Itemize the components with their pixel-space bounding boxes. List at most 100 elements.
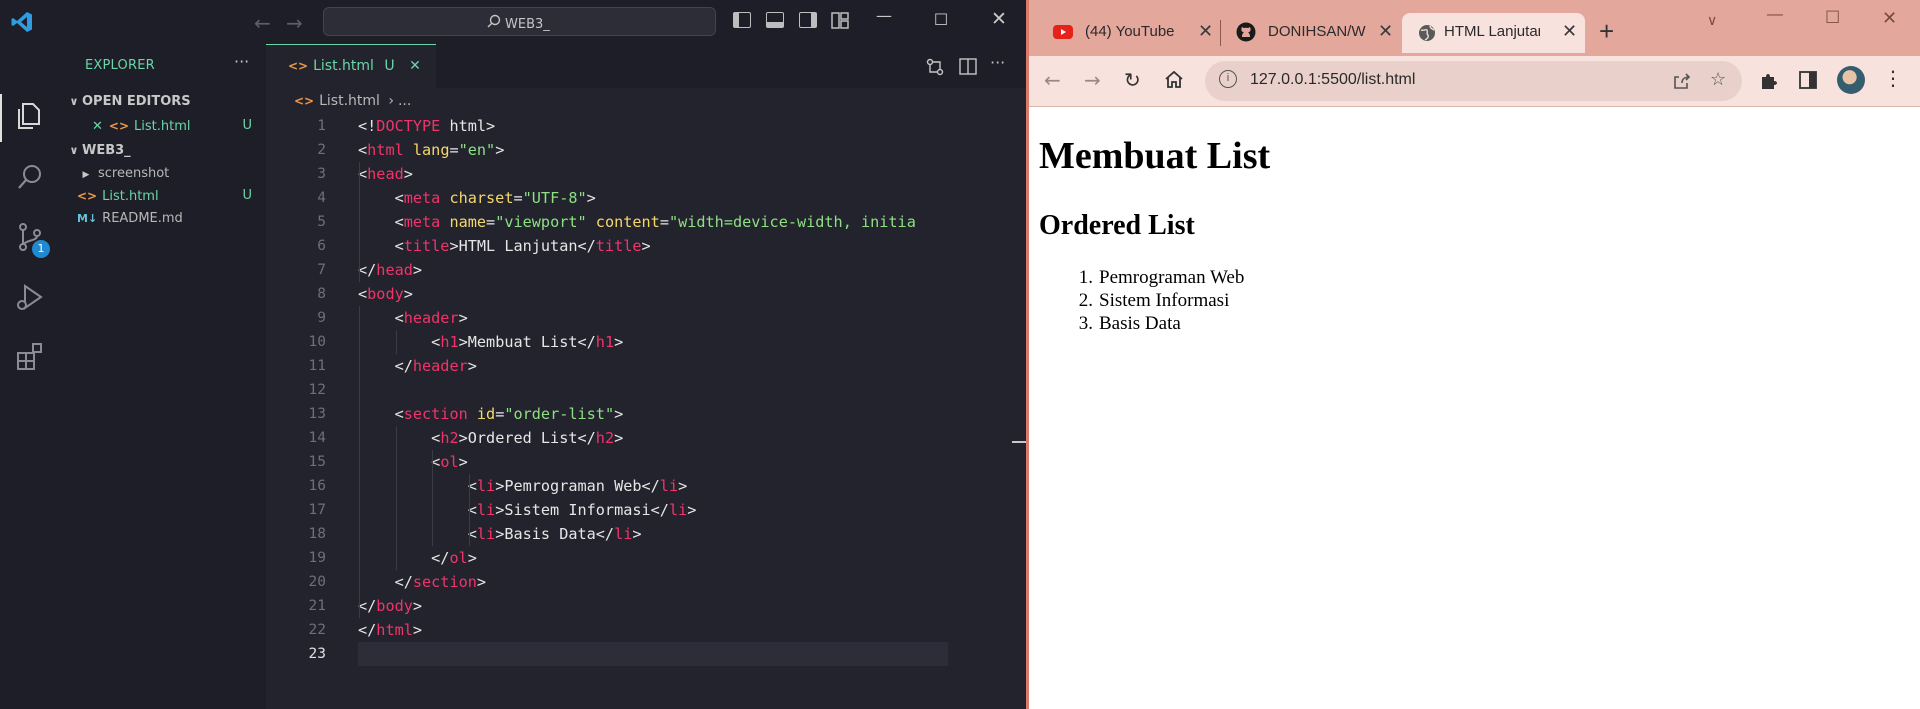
command-center[interactable]: WEB3_ xyxy=(323,7,716,36)
list-item: 2. Sistem Informasi xyxy=(1078,290,1230,311)
code-line[interactable]: 8 <body> xyxy=(266,282,946,306)
code-line[interactable]: 11 </header> xyxy=(266,354,946,378)
code-text: <li>Basis Data</li> xyxy=(467,525,642,543)
tab-close-icon[interactable]: ✕ xyxy=(1562,21,1577,42)
forward-arrow-icon[interactable]: → xyxy=(286,11,303,35)
side-panel-icon[interactable] xyxy=(1799,71,1817,89)
extensions-puzzle-icon[interactable] xyxy=(1759,70,1779,90)
back-arrow-icon[interactable]: ← xyxy=(254,11,271,35)
reload-icon[interactable]: ↻ xyxy=(1124,68,1141,92)
tab-close-icon[interactable]: ✕ xyxy=(1378,21,1393,42)
globe-icon xyxy=(1419,25,1435,41)
browser-tab-html-lanjutan[interactable]: HTML Lanjutan ✕ xyxy=(1402,13,1585,53)
vscode-logo-icon xyxy=(11,12,32,32)
tab-search-icon[interactable]: ∨ xyxy=(1707,12,1717,29)
line-number: 15 xyxy=(308,454,326,470)
browser-tab-youtube[interactable]: (44) YouTube ✕ xyxy=(1043,13,1213,53)
toggle-secondary-sidebar-icon[interactable] xyxy=(799,12,817,28)
file-name: List.html xyxy=(102,189,159,204)
file-item-readme[interactable]: M↓ README.md xyxy=(60,208,266,230)
code-line[interactable]: 4 <meta charset="UTF-8"> xyxy=(266,186,946,210)
code-line[interactable]: 3 <head> xyxy=(266,162,946,186)
explorer-icon[interactable] xyxy=(14,100,46,132)
home-icon[interactable] xyxy=(1164,70,1184,89)
close-icon[interactable]: ✕ xyxy=(1882,8,1897,29)
code-line[interactable]: 9 <header> xyxy=(266,306,946,330)
code-line[interactable]: 10 <h1>Membuat List</h1> xyxy=(266,330,946,354)
line-number: 3 xyxy=(317,166,326,182)
maximize-icon[interactable]: ☐ xyxy=(1825,8,1840,28)
maximize-icon[interactable]: ☐ xyxy=(931,10,951,29)
code-line[interactable]: 16 <li>Pemrograman Web</li> xyxy=(266,474,946,498)
close-tab-icon[interactable]: ✕ xyxy=(409,58,421,74)
toggle-sidebar-icon[interactable] xyxy=(733,12,751,28)
code-line[interactable]: 22 </html> xyxy=(266,618,946,642)
code-line[interactable]: 6 <title>HTML Lanjutan</title> xyxy=(266,234,946,258)
customize-layout-icon[interactable] xyxy=(831,12,849,29)
minimize-icon[interactable]: — xyxy=(1767,6,1783,24)
code-text: <head> xyxy=(358,165,413,183)
bookmark-star-icon[interactable]: ☆ xyxy=(1710,69,1726,90)
more-actions-icon[interactable]: ··· xyxy=(234,52,249,71)
extensions-icon[interactable] xyxy=(14,340,46,372)
close-icon[interactable]: ✕ xyxy=(989,8,1009,30)
page-heading-h2: Ordered List xyxy=(1039,210,1195,241)
menu-kebab-icon[interactable]: ⋮ xyxy=(1883,66,1903,90)
line-number: 21 xyxy=(308,598,326,614)
new-tab-button[interactable]: + xyxy=(1599,16,1614,47)
toggle-panel-icon[interactable] xyxy=(766,12,784,28)
github-icon xyxy=(1236,22,1256,42)
split-editor-icon[interactable] xyxy=(959,58,977,75)
code-line[interactable]: 5 <meta name="viewport" content="width=d… xyxy=(266,210,946,234)
indent-guide xyxy=(395,330,397,354)
address-bar[interactable]: i 127.0.0.1:5500/list.html ☆ xyxy=(1205,61,1742,101)
folder-item-screenshot[interactable]: ▶ screenshot xyxy=(60,163,266,185)
code-text: <meta charset="UTF-8"> xyxy=(394,189,596,207)
browser-tab-github[interactable]: DONIHSAN/W ✕ xyxy=(1226,13,1394,53)
line-number: 5 xyxy=(317,214,326,230)
open-changes-icon[interactable] xyxy=(926,58,944,76)
code-line[interactable]: 14 <h2>Ordered List</h2> xyxy=(266,426,946,450)
chevron-right-icon: ▶ xyxy=(82,170,90,180)
minimize-icon[interactable]: — xyxy=(874,6,894,25)
workspace-section[interactable]: ∨ WEB3_ xyxy=(60,140,266,162)
code-line[interactable]: 17 <li>Sistem Informasi</li> xyxy=(266,498,946,522)
file-item-list-html[interactable]: <> List.html U xyxy=(60,185,266,207)
breadcrumb-separator: › xyxy=(388,93,394,109)
code-line[interactable]: 19 </ol> xyxy=(266,546,946,570)
line-number: 14 xyxy=(308,430,326,446)
code-line[interactable]: 21 </body> xyxy=(266,594,946,618)
forward-arrow-icon[interactable]: → xyxy=(1084,68,1101,92)
close-editor-icon[interactable]: ✕ xyxy=(92,119,103,134)
code-line[interactable]: 18 <li>Basis Data</li> xyxy=(266,522,946,546)
open-editor-item[interactable]: ✕ <> List.html U xyxy=(60,115,266,137)
html-file-icon: <> xyxy=(288,59,309,73)
line-number: 19 xyxy=(308,550,326,566)
open-editors-label: OPEN EDITORS xyxy=(82,94,191,109)
code-line[interactable]: 7 </head> xyxy=(266,258,946,282)
code-line[interactable]: 1 <!DOCTYPE html> xyxy=(266,114,946,138)
open-editors-section[interactable]: ∨ OPEN EDITORS xyxy=(60,91,266,113)
editor-tab-list-html[interactable]: <> List.html U ✕ xyxy=(266,44,436,88)
share-icon[interactable] xyxy=(1673,72,1693,90)
search-icon[interactable] xyxy=(14,161,46,193)
breadcrumb-file[interactable]: List.html xyxy=(319,93,380,109)
editor-area: <> List.html U ✕ ··· <> List.html ›... 1 <!… xyxy=(266,44,1267,709)
indent-guide xyxy=(359,162,360,282)
run-debug-icon[interactable] xyxy=(14,281,46,313)
code-line[interactable]: 23 xyxy=(266,642,948,666)
code-line[interactable]: 12 xyxy=(266,378,946,402)
profile-avatar[interactable] xyxy=(1837,66,1865,94)
site-info-icon[interactable]: i xyxy=(1219,70,1237,88)
code-line[interactable]: 20 </section> xyxy=(266,570,946,594)
tab-close-icon[interactable]: ✕ xyxy=(1198,21,1213,42)
code-line[interactable]: 15 <ol> xyxy=(266,450,946,474)
breadcrumb-symbols[interactable]: ... xyxy=(398,93,411,109)
code-text: </ol> xyxy=(431,549,477,567)
code-line[interactable]: 13 <section id="order-list"> xyxy=(266,402,946,426)
more-actions-icon[interactable]: ··· xyxy=(990,53,1005,72)
code-text: <!DOCTYPE html> xyxy=(358,117,496,135)
back-arrow-icon[interactable]: ← xyxy=(1044,68,1061,92)
ordered-list: 1. Pemrograman Web 2. Sistem Informasi 3. B… xyxy=(1069,266,1245,335)
code-line[interactable]: 2 <html lang="en"> xyxy=(266,138,946,162)
